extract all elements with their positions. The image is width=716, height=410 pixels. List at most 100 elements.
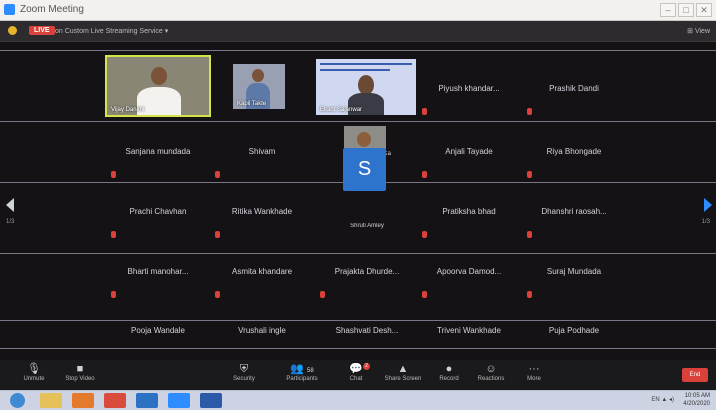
- clock-time: 10:05 AM: [684, 393, 710, 399]
- maximize-button[interactable]: □: [678, 3, 694, 17]
- participant-name: Asmita khandare: [231, 267, 293, 276]
- shield-icon: ⛨: [239, 363, 249, 375]
- participant-tile[interactable]: Shashvati Desh...: [316, 300, 418, 360]
- chat-button[interactable]: 💬 2 Chat: [330, 362, 382, 388]
- participant-name: Ritika Wankhade: [231, 207, 293, 216]
- window-title: Zoom Meeting: [20, 4, 84, 15]
- participant-tile[interactable]: Ritika Wankhade: [211, 181, 313, 241]
- share-screen-icon: ▲: [397, 363, 409, 375]
- muted-mic-icon: [527, 108, 532, 115]
- participant-tile[interactable]: Prajakta Dhurde...: [316, 241, 418, 301]
- video-tile[interactable]: Kapil Takte: [233, 64, 285, 109]
- chat-label: Chat: [349, 376, 363, 382]
- participants-icon: 👥 58: [290, 363, 314, 375]
- window-controls: – □ ✕: [660, 3, 712, 17]
- security-button[interactable]: ⛨ Security: [218, 362, 270, 388]
- participant-name: Shivam: [248, 147, 276, 156]
- participant-tile[interactable]: Suraj Mundada: [523, 241, 625, 301]
- participant-name: Piyush khandar...: [438, 84, 500, 93]
- security-shield-icon[interactable]: [8, 26, 17, 35]
- row-divider: [0, 50, 716, 51]
- shared-slide-text: [320, 69, 390, 71]
- video-tile[interactable]: Vijay Dankhl: [105, 55, 211, 117]
- unmute-button[interactable]: 🎙 Unmute: [8, 362, 60, 388]
- participant-name: Sanjana mundada: [125, 147, 191, 156]
- shared-slide-heading: [320, 63, 412, 65]
- stop-video-label: Stop Video: [65, 376, 95, 382]
- chrome-icon[interactable]: [104, 393, 126, 408]
- more-button[interactable]: ··· More: [508, 362, 560, 388]
- minimize-button[interactable]: –: [660, 3, 676, 17]
- participant-tile[interactable]: Pooja Wandale: [107, 300, 209, 360]
- participant-name: Prachi Chavhan: [129, 207, 187, 216]
- muted-mic-icon: [320, 291, 325, 298]
- participant-name: Kapil Takte: [237, 101, 267, 107]
- meeting-info-bar: LIVE on Custom Live Streaming Service ▾ …: [0, 21, 716, 42]
- participant-tile[interactable]: Pratiksha bhad: [418, 181, 520, 241]
- participant-tile[interactable]: Shruti Amley: [316, 222, 418, 236]
- participant-tile[interactable]: Puja Podhade: [523, 300, 625, 360]
- muted-mic-icon: [422, 108, 427, 115]
- page-indicator-left: 1/3: [6, 219, 15, 225]
- participant-name: Pratiksha bhad: [442, 207, 496, 216]
- muted-mic-icon: [111, 171, 116, 178]
- close-button[interactable]: ✕: [696, 3, 712, 17]
- participant-face: [357, 132, 371, 147]
- participant-tile[interactable]: Shivam: [211, 121, 313, 181]
- muted-mic-icon: [527, 171, 532, 178]
- zoom-taskbar-icon[interactable]: [168, 393, 190, 408]
- video-tile[interactable]: Ekant Sajanwar: [316, 59, 416, 115]
- participant-tile[interactable]: Vrushali ingle: [211, 300, 313, 360]
- live-badge[interactable]: LIVE: [29, 26, 55, 35]
- security-label: Security: [233, 376, 255, 382]
- participant-face: [358, 75, 374, 95]
- system-tray[interactable]: EN ▲ ◂): [651, 396, 674, 403]
- ellipsis-icon: ···: [528, 363, 540, 375]
- participant-tile[interactable]: Prachi Chavhan: [107, 181, 209, 241]
- title-bar: Zoom Meeting – □ ✕: [0, 0, 716, 21]
- profile-avatar[interactable]: S: [343, 148, 386, 191]
- participant-tile[interactable]: Anjali Tayade: [418, 121, 520, 181]
- participant-name: Ekant Sajanwar: [320, 107, 363, 113]
- firefox-icon[interactable]: [72, 393, 94, 408]
- participant-tile[interactable]: Dhanshri raosah...: [523, 181, 625, 241]
- gallery-view: Vijay Dankhl Kapil Takte Ekant Sajanwar …: [0, 42, 716, 360]
- edge-icon[interactable]: [136, 393, 158, 408]
- muted-mic-icon: [215, 291, 220, 298]
- end-meeting-button[interactable]: End: [682, 368, 708, 382]
- participant-tile[interactable]: Asmita khandare: [211, 241, 313, 301]
- participant-tile[interactable]: Apoorva Damod...: [418, 241, 520, 301]
- view-toggle[interactable]: ⊞ View: [687, 27, 710, 35]
- muted-mic-icon: [215, 231, 220, 238]
- page-indicator-right: 1/3: [701, 219, 710, 225]
- participant-name: Riya Bhongade: [546, 147, 602, 156]
- participant-name: Prajakta Dhurde...: [334, 267, 400, 276]
- participant-tile[interactable]: Sanjana mundada: [107, 121, 209, 181]
- zoom-app-icon: [4, 4, 15, 15]
- participant-name: Shashvati Desh...: [335, 326, 399, 335]
- participant-face: [252, 69, 264, 82]
- participant-tile[interactable]: Triveni Wankhade: [418, 300, 520, 360]
- live-stream-topic[interactable]: on Custom Live Streaming Service ▾: [55, 27, 168, 35]
- next-page-arrow-icon[interactable]: [704, 198, 712, 212]
- participant-name: Shruti Amley: [350, 223, 384, 229]
- file-explorer-icon[interactable]: [40, 393, 62, 408]
- participants-count: 58: [307, 368, 314, 374]
- stop-video-button[interactable]: ■ Stop Video: [54, 362, 106, 388]
- participant-tile[interactable]: Piyush khandar...: [418, 58, 520, 118]
- participant-tile[interactable]: Bharti manohar...: [107, 241, 209, 301]
- windows-start-icon[interactable]: [10, 393, 25, 408]
- previous-page-arrow-icon[interactable]: [6, 198, 14, 212]
- muted-mic-icon: [527, 291, 532, 298]
- video-camera-icon: ■: [76, 363, 84, 375]
- participant-name: Apoorva Damod...: [436, 267, 502, 276]
- participant-tile[interactable]: Prashik Dandi: [523, 58, 625, 118]
- chat-unread-badge: 2: [363, 363, 370, 370]
- participant-tile[interactable]: Riya Bhongade: [523, 121, 625, 181]
- share-screen-button[interactable]: ▲ Share Screen: [377, 362, 429, 388]
- participant-name: Prashik Dandi: [549, 84, 599, 93]
- participant-name: Anjali Tayade: [445, 147, 493, 156]
- clock[interactable]: 10:05 AM 4/20/2020: [683, 392, 710, 408]
- word-icon[interactable]: [200, 393, 222, 408]
- participants-button[interactable]: 👥 58 Participants: [276, 362, 328, 388]
